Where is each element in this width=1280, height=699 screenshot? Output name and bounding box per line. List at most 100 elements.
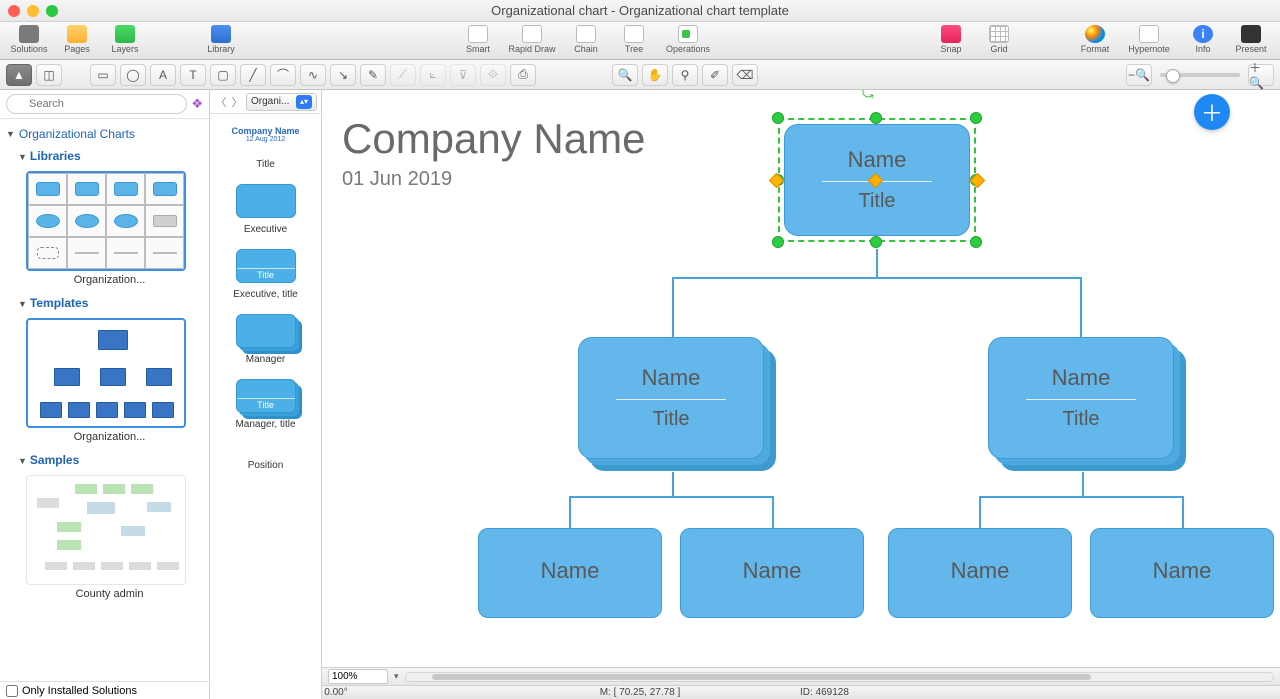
zoom-out-button[interactable]: −🔍 xyxy=(1126,64,1152,86)
hand-tool[interactable]: ✋ xyxy=(642,64,668,86)
shape-title[interactable]: Title xyxy=(210,147,321,178)
section-org-charts[interactable]: ▼Organizational Charts xyxy=(6,123,203,145)
org-leaf[interactable]: Name xyxy=(680,528,864,618)
resize-handle-nw[interactable] xyxy=(772,112,784,124)
titlebar: Organizational chart - Organizational ch… xyxy=(0,0,1280,22)
template-thumbnail[interactable] xyxy=(26,318,186,428)
rotation-handle-icon[interactable]: ⤿ xyxy=(862,90,874,102)
format-icon xyxy=(1085,25,1105,43)
library-caption: Organization... xyxy=(16,274,203,286)
resize-handle-s[interactable] xyxy=(870,236,882,248)
main-toolbar: Solutions Pages Layers Library Smart Rap… xyxy=(0,22,1280,60)
callout-tool[interactable]: ▢ xyxy=(210,64,236,86)
textbox-tool[interactable]: T xyxy=(180,64,206,86)
eraser-tool[interactable]: ⌫ xyxy=(732,64,758,86)
library-button[interactable]: Library xyxy=(198,24,244,58)
chain-icon xyxy=(576,25,596,43)
status-bar: Ready W: 35.56, H: 20.32, Angle: 0.00° M… xyxy=(322,685,1280,699)
lib-forward-button[interactable]: 〉 xyxy=(230,93,244,111)
resize-handle-se[interactable] xyxy=(970,236,982,248)
canvas[interactable]: Company Name 01 Jun 2019 ⤿ ＋ Name Title xyxy=(322,90,1280,699)
snap-button[interactable]: Snap xyxy=(928,24,974,58)
measure-tool[interactable]: ⟀ xyxy=(420,64,446,86)
stamp-tool[interactable]: ⎙ xyxy=(510,64,536,86)
zoom-select[interactable] xyxy=(328,669,388,684)
selected-node[interactable]: Name Title xyxy=(778,118,976,242)
home-icon[interactable]: ❖ xyxy=(191,96,203,112)
status-mouse: M: [ 70.25, 27.78 ] xyxy=(600,687,681,698)
pencil-tool[interactable]: ✎ xyxy=(360,64,386,86)
chain-button[interactable]: Chain xyxy=(563,24,609,58)
eyedropper-tool[interactable]: ✐ xyxy=(702,64,728,86)
hypernote-icon xyxy=(1139,25,1159,43)
present-button[interactable]: Present xyxy=(1228,24,1274,58)
operations-button[interactable]: Operations xyxy=(659,24,717,58)
resize-handle-n[interactable] xyxy=(870,112,882,124)
connector xyxy=(979,496,1184,498)
org-leaf[interactable]: Name xyxy=(1090,528,1274,618)
connector xyxy=(1182,496,1184,528)
section-templates[interactable]: ▼Templates xyxy=(6,292,203,314)
shape-library-panel: 〈 〉 Organi... ▴▾ Company Name 12 Aug 201… xyxy=(210,90,322,699)
section-samples[interactable]: ▼Samples xyxy=(6,449,203,471)
rect-tool[interactable]: ▭ xyxy=(90,64,116,86)
sample-thumbnail[interactable] xyxy=(26,475,186,585)
solutions-panel: 🔍 ❖ ▼Organizational Charts ▼Libraries Or… xyxy=(0,90,210,699)
tree-button[interactable]: Tree xyxy=(611,24,657,58)
rapid-draw-button[interactable]: Rapid Draw xyxy=(503,24,561,58)
line-tool[interactable]: ╱ xyxy=(240,64,266,86)
grid-button[interactable]: Grid xyxy=(976,24,1022,58)
pages-button[interactable]: Pages xyxy=(54,24,100,58)
ellipse-tool[interactable]: ◯ xyxy=(120,64,146,86)
hypernote-button[interactable]: Hypernote xyxy=(1120,24,1178,58)
library-thumbnail[interactable] xyxy=(26,171,186,271)
zoom-in-button[interactable]: ＋🔍 xyxy=(1248,64,1274,86)
zoom-slider[interactable] xyxy=(1160,73,1240,77)
zoom-tool[interactable]: 🔍 xyxy=(612,64,638,86)
chevron-updown-icon: ▴▾ xyxy=(296,95,312,109)
resize-handle-ne[interactable] xyxy=(970,112,982,124)
arc-tool[interactable]: ⌒ xyxy=(270,64,296,86)
zoom-dropdown-icon[interactable]: ▾ xyxy=(394,671,399,682)
org-leaf[interactable]: Name xyxy=(478,528,662,618)
text-tool[interactable]: A xyxy=(150,64,176,86)
pin-tool[interactable]: ⚲ xyxy=(672,64,698,86)
window-title: Organizational chart - Organizational ch… xyxy=(0,3,1280,18)
add-button[interactable]: ＋ xyxy=(1194,94,1230,130)
resize-handle-sw[interactable] xyxy=(772,236,784,248)
connector xyxy=(979,496,981,528)
connector xyxy=(569,496,774,498)
shape-manager[interactable]: Manager xyxy=(210,308,321,373)
library-icon xyxy=(211,25,231,43)
connector xyxy=(672,277,1082,279)
selection-rect-tool[interactable]: ◫ xyxy=(36,64,62,86)
shape-position[interactable]: Position xyxy=(210,438,321,479)
shape-executive-title[interactable]: Executive, title xyxy=(210,243,321,308)
connector xyxy=(1080,277,1082,337)
solutions-button[interactable]: Solutions xyxy=(6,24,52,58)
org-node[interactable]: Name Title xyxy=(578,337,764,459)
section-libraries[interactable]: ▼Libraries xyxy=(6,145,203,167)
connector-tool[interactable]: ↘ xyxy=(330,64,356,86)
org-node[interactable]: Name Title xyxy=(988,337,1174,459)
lib-dropdown[interactable]: Organi... ▴▾ xyxy=(246,93,317,111)
bezier-tool[interactable]: ⟋ xyxy=(390,64,416,86)
spline-tool[interactable]: ∿ xyxy=(300,64,326,86)
h-scrollbar[interactable] xyxy=(405,672,1274,682)
format-button[interactable]: Format xyxy=(1072,24,1118,58)
lib-back-button[interactable]: 〈 xyxy=(214,93,228,111)
org-leaf[interactable]: Name xyxy=(888,528,1072,618)
smart-icon xyxy=(468,25,488,43)
shape-executive[interactable]: Executive xyxy=(210,178,321,243)
shape-manager-title[interactable]: Manager, title xyxy=(210,373,321,438)
layers-button[interactable]: Layers xyxy=(102,24,148,58)
smart-button[interactable]: Smart xyxy=(455,24,501,58)
pages-icon xyxy=(67,25,87,43)
paintbucket-tool[interactable]: ⟐ xyxy=(480,64,506,86)
search-input[interactable] xyxy=(6,94,187,114)
only-installed-checkbox[interactable] xyxy=(6,685,18,697)
info-button[interactable]: iInfo xyxy=(1180,24,1226,58)
branch-tool[interactable]: ⊽ xyxy=(450,64,476,86)
layers-icon xyxy=(115,25,135,43)
select-tool[interactable]: ▲ xyxy=(6,64,32,86)
